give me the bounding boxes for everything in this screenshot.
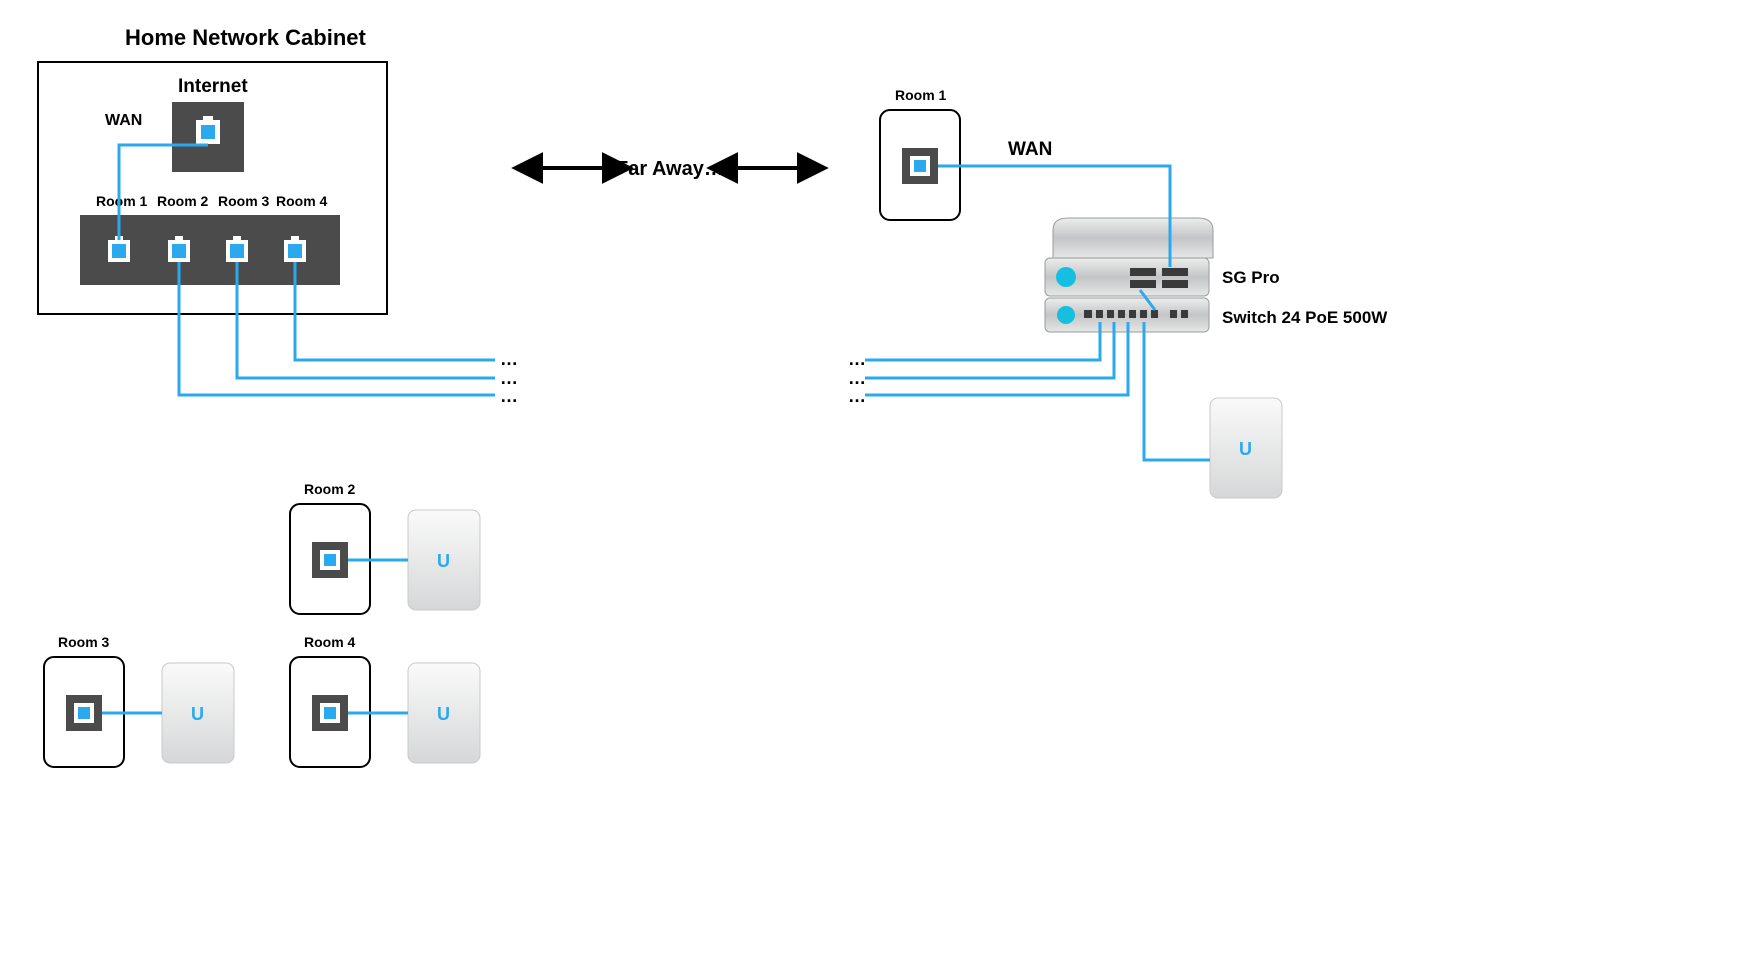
wan-right-label: WAN (1008, 139, 1052, 160)
room1-right-label: Room 1 (895, 87, 947, 103)
ubiquiti-icon: U (1239, 439, 1252, 459)
ell-1: … (500, 349, 518, 369)
ell-r1: … (848, 349, 866, 369)
rack-group: SG Pro Switch 24 PoE 500W (1045, 218, 1388, 332)
ubiquiti-icon: U (437, 704, 450, 724)
room1-label: Room 1 (96, 193, 148, 209)
switch-label: Switch 24 PoE 500W (1222, 308, 1388, 327)
cabinet-title: Home Network Cabinet (125, 25, 366, 50)
room3-group: Room 3 U (44, 634, 234, 767)
ubiquiti-icon: U (191, 704, 204, 724)
ell-2: … (500, 368, 518, 388)
room1-wallplate-group: Room 1 WAN (880, 87, 1052, 220)
sgpro-label: SG Pro (1222, 268, 1280, 287)
ell-r3: … (848, 386, 866, 406)
ap-right: U (1210, 398, 1282, 498)
room2-group: Room 2 U (290, 481, 480, 614)
far-away-label: Far Away… (616, 158, 724, 180)
internet-device (172, 102, 244, 172)
ubiquiti-icon: U (437, 551, 450, 571)
room4-group: Room 4 U (290, 634, 480, 767)
far-away: Far Away… (540, 158, 800, 180)
room3-label: Room 3 (58, 634, 110, 650)
room3-label: Room 3 (218, 193, 270, 209)
room4-label: Room 4 (276, 193, 328, 209)
internet-label: Internet (178, 76, 248, 97)
wan-label: WAN (105, 112, 142, 129)
room2-label: Room 2 (304, 481, 356, 497)
ell-r2: … (848, 368, 866, 388)
room2-label: Room 2 (157, 193, 209, 209)
room4-label: Room 4 (304, 634, 356, 650)
cabinet-group: Home Network Cabinet Internet WAN Room 1… (38, 25, 387, 314)
ell-3: … (500, 386, 518, 406)
